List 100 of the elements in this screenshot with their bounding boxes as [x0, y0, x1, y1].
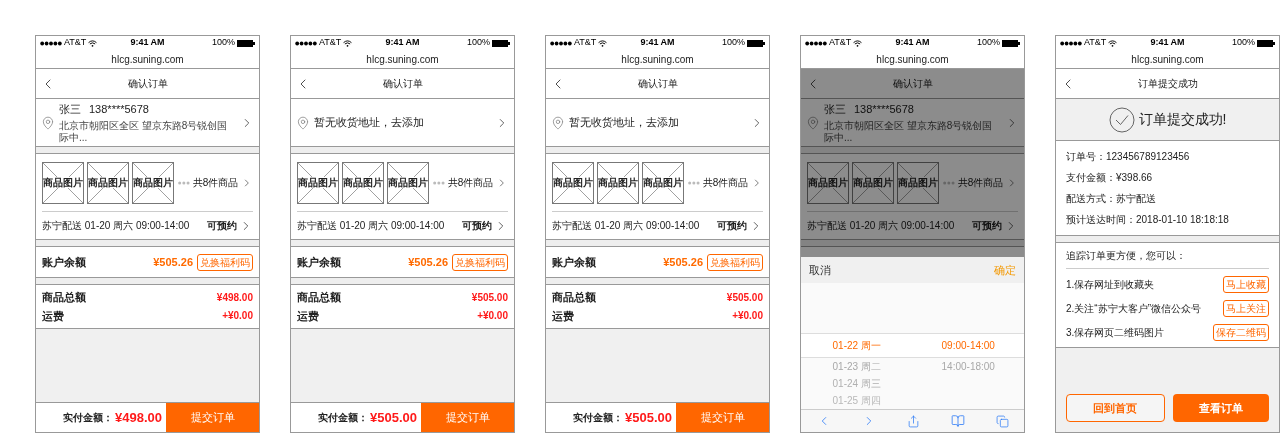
payable-label: 实付金额： — [63, 411, 113, 425]
recipient-phone: 138****5678 — [854, 102, 914, 118]
wifi-icon — [343, 39, 353, 47]
payable-amount: ¥498.00 — [115, 408, 162, 427]
tracking-heading: 追踪订单更方便，您可以： — [1066, 249, 1186, 263]
url-text[interactable]: hlcg.suning.com — [621, 51, 694, 67]
product-thumbnail[interactable]: 商品图片 — [807, 161, 849, 204]
clock: 9:41 AM — [895, 36, 930, 50]
bookmarks-icon[interactable] — [950, 414, 965, 428]
wifi-icon — [88, 39, 98, 47]
total-label: 商品总额 — [297, 290, 341, 305]
tabs-icon[interactable] — [995, 414, 1009, 428]
location-pin-icon — [296, 115, 310, 130]
payable-amount: ¥505.00 — [370, 408, 417, 427]
battery-percentage: 100% — [1231, 36, 1255, 50]
item-count: 共8件商品 — [702, 176, 749, 190]
page-title: 确认订单 — [381, 77, 424, 91]
product-thumbnail[interactable]: 商品图片 — [87, 161, 129, 204]
signal-icon — [40, 40, 62, 46]
total-value: +¥0.00 — [222, 309, 253, 324]
delivery-info: 苏宁配送 01-20 周六 09:00-14:00 — [807, 219, 956, 233]
dim-overlay[interactable] — [801, 69, 1024, 257]
product-thumbnail[interactable]: 商品图片 — [342, 161, 384, 204]
carrier-name: AT&T — [319, 36, 342, 50]
location-pin-icon — [551, 115, 565, 130]
url-text[interactable]: hlcg.suning.com — [111, 51, 184, 67]
payable-label: 实付金额： — [318, 411, 368, 425]
submit-order-button[interactable]: 提交订单 — [166, 403, 259, 432]
balance-label: 账户余额 — [42, 254, 87, 270]
total-label: 运费 — [552, 308, 574, 324]
submit-order-button[interactable]: 提交订单 — [421, 403, 514, 432]
balance-amount: ¥505.26 — [663, 254, 703, 270]
picker-option[interactable]: 01-22 周一 — [832, 338, 881, 353]
order-info-line: 订单号：123456789123456 — [1066, 150, 1191, 164]
total-value: ¥498.00 — [216, 290, 253, 305]
wifi-icon — [1108, 39, 1118, 47]
battery-percentage: 100% — [466, 36, 490, 50]
signal-icon — [1060, 40, 1082, 46]
delivery-info: 苏宁配送 01-20 周六 09:00-14:00 — [42, 219, 191, 233]
battery-icon — [237, 39, 255, 47]
page-title: 确认订单 — [636, 77, 679, 91]
product-thumbnail[interactable]: 商品图片 — [552, 161, 594, 204]
redeem-code-button[interactable]: 兑换福利码 — [197, 253, 253, 271]
redeem-code-button[interactable]: 兑换福利码 — [707, 253, 763, 271]
signal-icon — [550, 40, 572, 46]
signal-icon — [805, 40, 827, 46]
address-detail: 北京市朝阳区全区 望京东路8号锐创国际中... — [59, 119, 229, 144]
carrier-name: AT&T — [64, 36, 87, 50]
success-message: 订单提交成功! — [1138, 110, 1227, 129]
signal-icon — [295, 40, 317, 46]
url-text[interactable]: hlcg.suning.com — [366, 51, 439, 67]
reservable-label: 可预约 — [717, 219, 747, 233]
reservable-label: 可预约 — [462, 219, 492, 233]
order-info-line: 支付金额：¥398.66 — [1066, 171, 1154, 185]
delivery-info: 苏宁配送 01-20 周六 09:00-14:00 — [297, 219, 446, 233]
product-thumbnail[interactable]: 商品图片 — [897, 161, 939, 204]
total-label: 运费 — [42, 308, 64, 324]
page-title: 确认订单 — [891, 77, 934, 91]
clock: 9:41 AM — [130, 36, 165, 50]
payable-amount: ¥505.00 — [625, 408, 672, 427]
product-thumbnail[interactable]: 商品图片 — [852, 161, 894, 204]
picker-option[interactable]: 09:00-14:00 — [941, 338, 995, 353]
reservable-label: 可预约 — [207, 219, 237, 233]
add-address-prompt: 暂无收货地址，去添加 — [569, 115, 680, 131]
submit-order-button[interactable]: 提交订单 — [676, 403, 769, 432]
product-thumbnail[interactable]: 商品图片 — [597, 161, 639, 204]
cancel-button[interactable]: 取消 — [809, 261, 831, 279]
more-dots-icon — [433, 180, 445, 185]
carrier-name: AT&T — [1084, 36, 1107, 50]
url-text[interactable]: hlcg.suning.com — [1131, 51, 1204, 67]
tracking-tip: 3.保存网页二维码图片 — [1066, 325, 1165, 340]
tracking-tip: 1.保存网址到收藏夹 — [1066, 277, 1155, 292]
recipient-phone: 138****5678 — [89, 102, 149, 118]
tracking-action-button[interactable]: 马上收藏 — [1223, 275, 1269, 293]
share-icon[interactable] — [906, 414, 920, 428]
order-info-line: 预计送达时间：2018-01-10 18:18:18 — [1066, 213, 1230, 227]
item-count: 共8件商品 — [957, 176, 1004, 190]
more-dots-icon — [688, 180, 700, 185]
view-order-button[interactable]: 查看订单 — [1172, 394, 1269, 422]
tracking-action-button[interactable]: 保存二维码 — [1213, 323, 1269, 341]
balance-amount: ¥505.26 — [153, 254, 193, 270]
total-value: +¥0.00 — [477, 309, 508, 324]
more-dots-icon — [943, 180, 955, 185]
product-thumbnail[interactable]: 商品图片 — [42, 161, 84, 204]
delivery-info: 苏宁配送 01-20 周六 09:00-14:00 — [552, 219, 701, 233]
product-thumbnail[interactable]: 商品图片 — [297, 161, 339, 204]
clock: 9:41 AM — [640, 36, 675, 50]
url-text[interactable]: hlcg.suning.com — [876, 51, 949, 67]
product-thumbnail[interactable]: 商品图片 — [387, 161, 429, 204]
tracking-action-button[interactable]: 马上关注 — [1223, 299, 1269, 317]
wifi-icon — [853, 39, 863, 47]
product-thumbnail[interactable]: 商品图片 — [132, 161, 174, 204]
redeem-code-button[interactable]: 兑换福利码 — [452, 253, 508, 271]
carrier-name: AT&T — [829, 36, 852, 50]
battery-percentage: 100% — [211, 36, 235, 50]
carrier-name: AT&T — [574, 36, 597, 50]
total-value: ¥505.00 — [726, 290, 763, 305]
product-thumbnail[interactable]: 商品图片 — [642, 161, 684, 204]
item-count: 共8件商品 — [192, 176, 239, 190]
order-info-line: 配送方式：苏宁配送 — [1066, 192, 1157, 206]
